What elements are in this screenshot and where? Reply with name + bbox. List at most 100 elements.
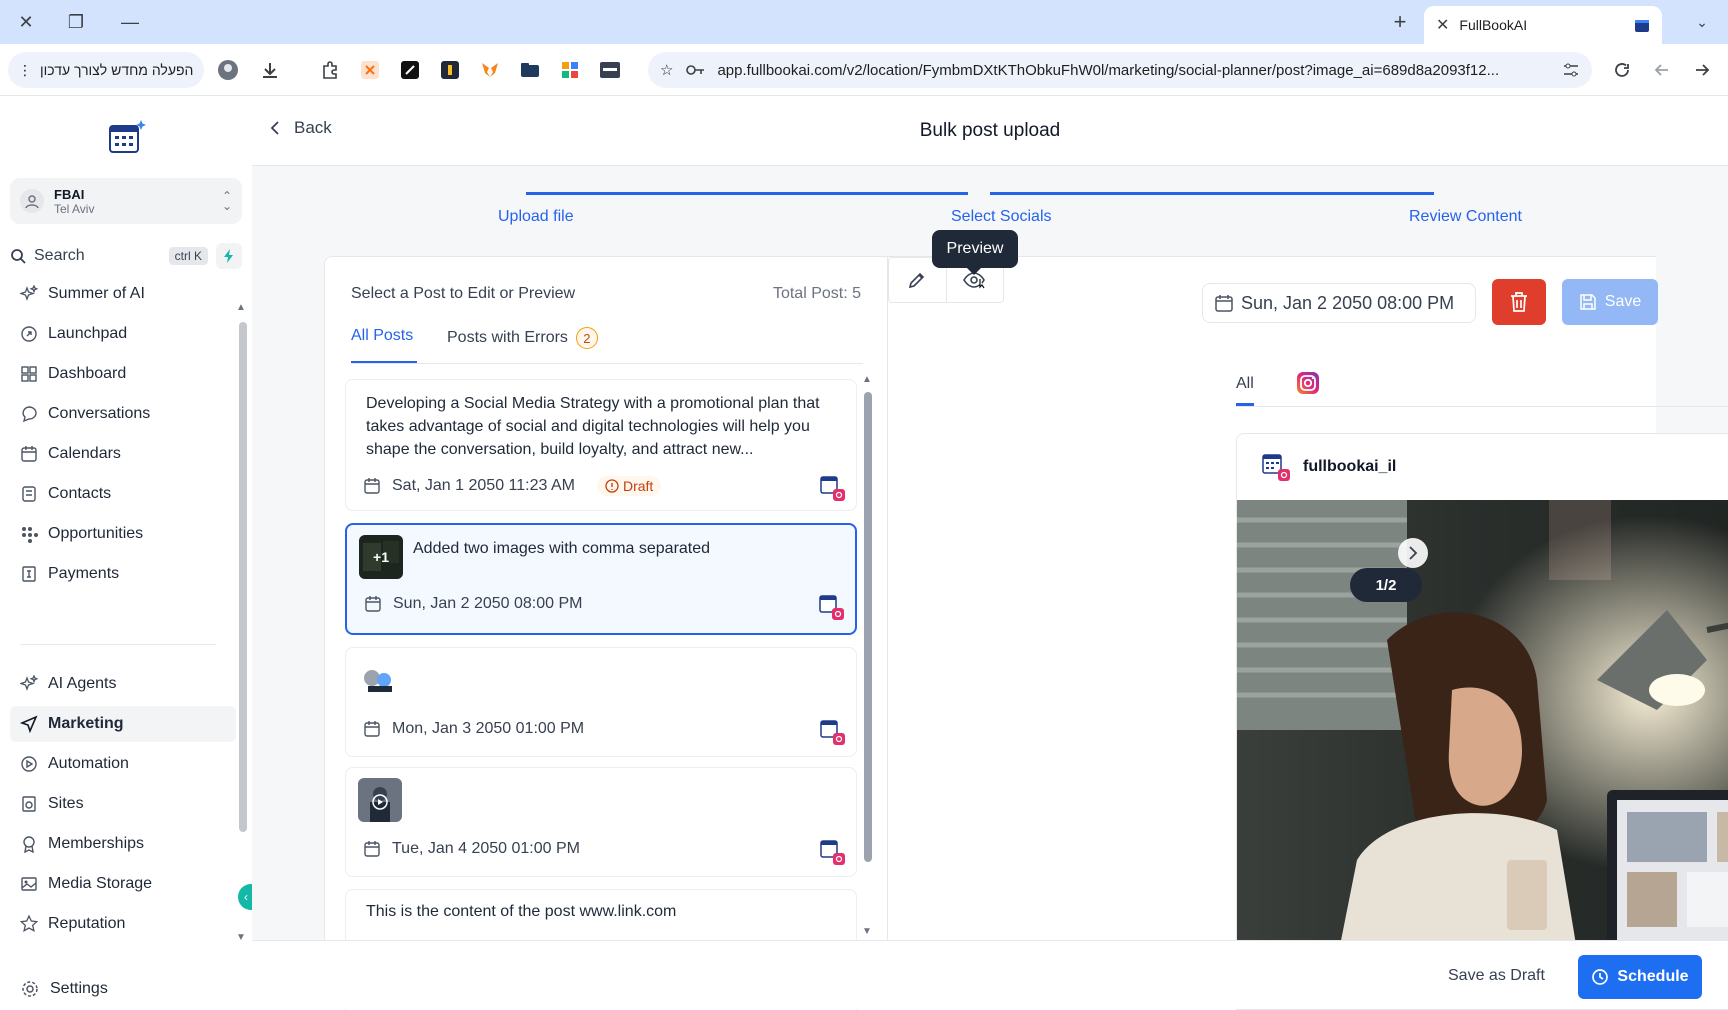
- sidebar-item-ai-agents[interactable]: AI Agents: [10, 666, 236, 702]
- sidebar-scrollbar[interactable]: [239, 322, 247, 832]
- forward-disabled-icon[interactable]: [1650, 58, 1674, 82]
- sidebar-item-label: Opportunities: [48, 525, 144, 542]
- post-card[interactable]: Developing a Social Media Strategy with …: [345, 379, 857, 511]
- payments-icon: [22, 566, 36, 582]
- back-arrow-icon[interactable]: [1690, 58, 1714, 82]
- instagram-account-icon: [820, 720, 845, 745]
- settings-label: Settings: [50, 980, 108, 997]
- close-tab-icon[interactable]: ✕: [1436, 15, 1449, 35]
- sidebar-divider: [20, 644, 216, 645]
- sidebar: FBAI Tel Aviv ⌃ ⌄ Search ctrl K Summer of…: [0, 96, 252, 1009]
- extension-folder-icon[interactable]: [518, 58, 542, 82]
- more-images-badge: +1: [373, 549, 389, 565]
- post-card[interactable]: Mon, Jan 3 2050 01:00 PM: [345, 647, 857, 757]
- post-card-selected[interactable]: +1 Added two images with comma separated…: [345, 523, 857, 635]
- instagram-account-icon: [819, 595, 844, 620]
- post-text: Developing a Social Media Strategy with …: [366, 395, 820, 458]
- instagram-account-icon: [820, 840, 845, 865]
- tune-icon[interactable]: [1562, 61, 1580, 79]
- scroll-up-icon[interactable]: ▲: [236, 302, 246, 313]
- star-icon: [20, 915, 38, 932]
- scroll-up-icon[interactable]: ▲: [862, 374, 872, 385]
- tab-all-posts[interactable]: All Posts: [351, 327, 413, 345]
- extensions-icon[interactable]: [318, 58, 342, 82]
- sidebar-item-media-storage[interactable]: Media Storage: [10, 866, 236, 902]
- tab-instagram[interactable]: [1296, 371, 1320, 400]
- page-title: Bulk post upload: [919, 120, 1061, 141]
- sidebar-item-memberships[interactable]: Memberships: [10, 826, 236, 862]
- sidebar-item-label: Calendars: [48, 445, 121, 462]
- new-tab-button[interactable]: +: [1386, 8, 1414, 36]
- scroll-down-icon[interactable]: ▼: [236, 932, 246, 943]
- schedule-button[interactable]: Schedule: [1578, 955, 1702, 999]
- step-select-socials[interactable]: Select Socials: [951, 208, 1052, 226]
- sidebar-item-marketing[interactable]: Marketing: [10, 706, 236, 742]
- app-logo-icon: [109, 120, 146, 153]
- sidebar-item-calendars[interactable]: Calendars: [10, 436, 236, 472]
- sidebar-item-contacts[interactable]: Contacts: [10, 476, 236, 512]
- sparkles-icon: [20, 285, 38, 301]
- trash-icon: [1511, 292, 1527, 312]
- sidebar-item-label: Media Storage: [48, 875, 153, 892]
- browser-tab[interactable]: ✕ FullBookAI: [1424, 6, 1662, 44]
- chevron-updown-icon: ⌃ ⌄: [221, 189, 232, 213]
- post-date-text: Sat, Jan 1 2050 11:23 AM: [392, 477, 575, 494]
- extension-black-icon[interactable]: [398, 58, 422, 82]
- sidebar-item-payments[interactable]: Payments: [10, 556, 236, 592]
- sidebar-item-conversations[interactable]: Conversations: [10, 396, 236, 432]
- save-as-draft-button[interactable]: Save as Draft: [1448, 967, 1545, 985]
- extension-dark-icon[interactable]: [438, 58, 462, 82]
- sidebar-item-automation[interactable]: Automation: [10, 746, 236, 782]
- tab-posts-with-errors[interactable]: Posts with Errors 2: [447, 327, 598, 349]
- sidebar-item-sites[interactable]: Sites: [10, 786, 236, 822]
- update-button[interactable]: ⋮ הפעלה מחדש לצורך עדכון: [8, 52, 204, 88]
- tab-all-platforms[interactable]: All: [1236, 375, 1254, 393]
- metamask-icon[interactable]: [478, 58, 502, 82]
- sidebar-item-dashboard[interactable]: Dashboard: [10, 356, 236, 392]
- calendar-icon: [1215, 295, 1233, 312]
- sidebar-item-launchpad[interactable]: Launchpad: [10, 316, 236, 352]
- close-window-icon[interactable]: ✕: [12, 10, 40, 34]
- reload-icon[interactable]: [1610, 58, 1634, 82]
- url-text: app.fullbookai.com/v2/location/FymbmDXtK…: [717, 61, 1500, 79]
- draft-label: Draft: [622, 478, 654, 494]
- download-icon[interactable]: [258, 58, 282, 82]
- step-upload-file[interactable]: Upload file: [498, 208, 574, 226]
- active-tab-indicator: [351, 361, 417, 363]
- sidebar-item-label: Reputation: [48, 915, 126, 932]
- calendar-icon: [364, 721, 380, 737]
- sidebar-item-settings[interactable]: Settings: [20, 979, 108, 999]
- minimize-window-icon[interactable]: —: [116, 10, 144, 34]
- extension-grid-icon[interactable]: [558, 58, 582, 82]
- next-image-button[interactable]: [1398, 538, 1428, 568]
- post-card[interactable]: Tue, Jan 4 2050 01:00 PM: [345, 767, 857, 877]
- address-bar[interactable]: ☆ app.fullbookai.com/v2/location/FymbmDX…: [648, 52, 1592, 88]
- post-date: Sun, Jan 2 2050 08:00 PM: [365, 595, 582, 613]
- post-date: Sat, Jan 1 2050 11:23 AM Draft: [364, 476, 662, 496]
- schedule-date-picker[interactable]: Sun, Jan 2 2050 08:00 PM: [1202, 283, 1476, 323]
- grid-icon: [21, 366, 37, 382]
- profile-avatar[interactable]: [216, 58, 240, 82]
- preview-tabs-divider: [1236, 406, 1728, 407]
- extension-orange-icon[interactable]: [358, 58, 382, 82]
- sidebar-search[interactable]: Search ctrl K: [10, 242, 242, 270]
- restore-window-icon[interactable]: ❐: [62, 10, 90, 34]
- sidebar-item-opportunities[interactable]: Opportunities: [10, 516, 236, 552]
- scroll-down-icon[interactable]: ▼: [862, 926, 872, 937]
- lightning-icon[interactable]: [216, 243, 242, 269]
- tab-search-chevron-icon[interactable]: ⌄: [1690, 10, 1714, 34]
- sidebar-item-reputation[interactable]: Reputation: [10, 906, 236, 942]
- post-list-heading: Select a Post to Edit or Preview: [351, 285, 576, 302]
- delete-post-button[interactable]: [1492, 279, 1546, 325]
- post-list-scrollbar[interactable]: [864, 392, 872, 862]
- sidebar-item-summer-of-ai[interactable]: Summer of AI: [10, 276, 236, 312]
- schedule-label: Schedule: [1617, 968, 1689, 985]
- extension-card-icon[interactable]: [598, 58, 622, 82]
- site-settings-icon[interactable]: [685, 62, 705, 78]
- save-button[interactable]: Save: [1562, 279, 1658, 325]
- calendar-icon: [21, 446, 37, 462]
- step-review-content[interactable]: Review Content: [1409, 208, 1522, 226]
- sidebar-item-label: Memberships: [48, 835, 145, 852]
- bookmark-star-icon[interactable]: ☆: [660, 61, 673, 79]
- location-switcher[interactable]: FBAI Tel Aviv ⌃ ⌄: [10, 178, 242, 224]
